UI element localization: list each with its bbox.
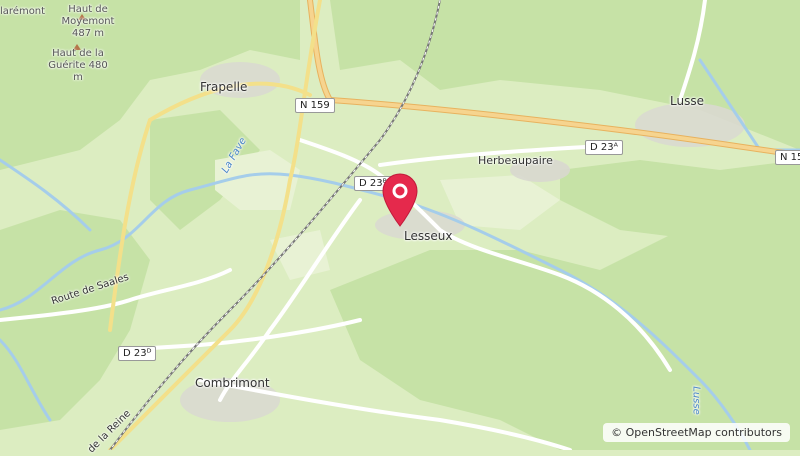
- place-label-herbeaupaire[interactable]: Herbeaupaire: [478, 155, 553, 167]
- place-label-frapelle[interactable]: Frapelle: [200, 80, 247, 94]
- place-label-lesseux[interactable]: Lesseux: [404, 229, 452, 243]
- peak-label-moyemont: Haut de Moyemont 487 m: [61, 4, 115, 39]
- road-shield-n159: N 159: [295, 98, 335, 113]
- map-attribution[interactable]: © OpenStreetMap contributors: [603, 423, 790, 442]
- peak-label-guerite: Haut de la Guérite 480 m: [48, 48, 108, 83]
- place-label-claremont: larémont: [0, 6, 46, 17]
- place-label-combrimont[interactable]: Combrimont: [195, 376, 270, 390]
- river-label-lusse: Lusse: [690, 386, 702, 415]
- road-shield-n159-east: N 15: [775, 150, 800, 165]
- road-shield-d23d: D 23ᴰ: [118, 346, 157, 361]
- road-shield-d23a: D 23ᴬ: [585, 140, 623, 155]
- location-marker-icon[interactable]: [380, 172, 420, 228]
- place-label-lusse[interactable]: Lusse: [670, 94, 704, 108]
